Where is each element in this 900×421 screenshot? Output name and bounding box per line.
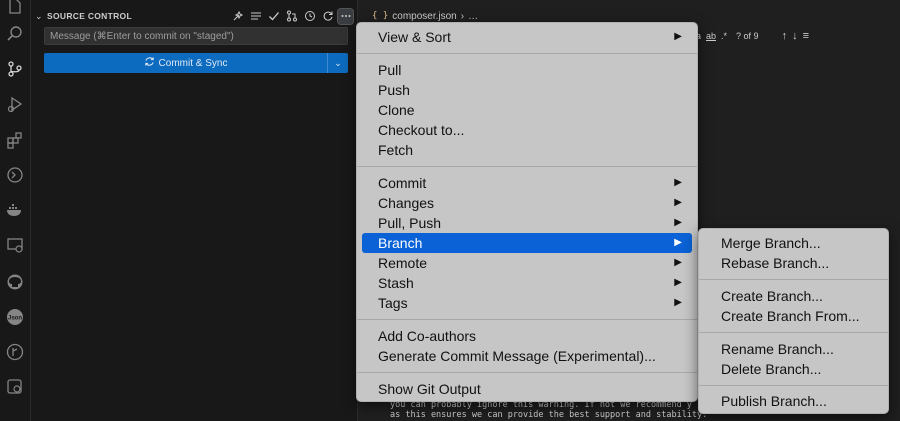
menu-item-branch[interactable]: Branch ▶ (362, 233, 692, 253)
terminal-output: you can probably ignore this warning. If… (390, 400, 710, 420)
menu-item-generate-commit-message[interactable]: Generate Commit Message (Experimental)..… (362, 346, 692, 366)
menu-item-commit[interactable]: Commit ▶ (362, 173, 692, 193)
remote-window-icon[interactable] (3, 233, 27, 257)
menu-item-stash[interactable]: Stash ▶ (362, 273, 692, 293)
submenu-arrow-icon: ▶ (674, 197, 682, 208)
submenu-arrow-icon: ▶ (674, 297, 682, 308)
more-actions-menu: View & Sort ▶ Pull Push Clone Checkout to… (356, 22, 698, 402)
docker-icon[interactable] (3, 198, 27, 222)
history-icon[interactable] (302, 9, 317, 24)
submenu-arrow-icon: ▶ (674, 257, 682, 268)
menu-item-label: Remote (378, 255, 428, 271)
json-icon[interactable]: Json (3, 305, 27, 329)
pull-request-icon[interactable] (284, 9, 299, 24)
commit-sync-button[interactable]: Commit & Sync ⌄ (44, 53, 348, 73)
source-control-panel: ⌄ SOURCE CONTROL Message (⌘Enter to comm… (31, 0, 358, 421)
github-icon[interactable] (3, 270, 27, 294)
breadcrumb-separator: › (460, 10, 465, 22)
submenu-item-create-branch[interactable]: Create Branch... (704, 286, 884, 306)
menu-item-label: Changes (378, 195, 435, 211)
chevron-down-icon[interactable]: ⌄ (35, 11, 45, 22)
menu-item-changes[interactable]: Changes ▶ (362, 193, 692, 213)
submenu-arrow-icon: ▶ (674, 217, 682, 228)
more-actions-icon[interactable] (337, 7, 354, 25)
refresh-icon[interactable] (320, 9, 335, 24)
warning-line: as this ensures we can provide the best … (390, 410, 708, 420)
json-file-icon: { } (372, 11, 389, 21)
menu-item-label: View & Sort (378, 29, 451, 45)
menu-item-label: Branch (378, 235, 423, 251)
explorer-icon[interactable] (3, 0, 27, 18)
find-result-count: ? of 9 (736, 31, 759, 41)
submenu-item-delete-branch[interactable]: Delete Branch... (704, 359, 884, 379)
commit-sync-main[interactable]: Commit & Sync (44, 53, 327, 73)
menu-item-pull[interactable]: Pull (362, 60, 692, 80)
menu-item-show-git-output[interactable]: Show Git Output (362, 379, 692, 399)
submenu-item-create-branch-from[interactable]: Create Branch From... (704, 306, 884, 326)
chevron-down-icon[interactable]: ⌄ (327, 53, 348, 73)
menu-item-label: Stash (378, 275, 414, 291)
svg-text:Json: Json (8, 316, 22, 322)
menu-item-tags[interactable]: Tags ▶ (362, 293, 692, 313)
submenu-arrow-icon: ▶ (674, 277, 682, 288)
git-graph-icon[interactable] (3, 340, 27, 364)
commit-message-input[interactable]: Message (⌘Enter to commit on "staged") (44, 27, 348, 45)
find-widget: Aa ab .* ? of 9 ↑ ↓ ≡ (690, 26, 900, 46)
arrow-up-icon[interactable]: ↑ (782, 30, 788, 42)
menu-item-view-sort[interactable]: View & Sort ▶ (362, 27, 692, 47)
menu-item-remote[interactable]: Remote ▶ (362, 253, 692, 273)
menu-separator (357, 319, 697, 320)
menu-separator (357, 53, 697, 54)
sync-icon (144, 56, 155, 70)
source-control-header[interactable]: ⌄ SOURCE CONTROL (31, 6, 357, 26)
source-control-title: SOURCE CONTROL (47, 11, 132, 21)
regex-toggle[interactable]: .* (721, 31, 727, 41)
submenu-item-rename-branch[interactable]: Rename Branch... (704, 339, 884, 359)
menu-separator (357, 166, 697, 167)
submenu-arrow-icon: ▶ (674, 31, 682, 42)
submenu-arrow-icon: ▶ (674, 237, 682, 248)
submenu-item-rebase-branch[interactable]: Rebase Branch... (704, 253, 884, 273)
run-debug-icon[interactable] (3, 92, 27, 116)
menu-item-checkout[interactable]: Checkout to... (362, 120, 692, 140)
arrow-down-icon[interactable]: ↓ (792, 30, 798, 42)
breadcrumb-more[interactable]: … (468, 11, 478, 22)
whole-word-toggle[interactable]: ab (706, 31, 716, 41)
menu-item-fetch[interactable]: Fetch (362, 140, 692, 160)
menu-item-label: Tags (378, 295, 408, 311)
menu-item-add-coauthors[interactable]: Add Co-authors (362, 326, 692, 346)
menu-separator (357, 372, 697, 373)
breadcrumb-file[interactable]: composer.json (392, 11, 456, 22)
menu-item-clone[interactable]: Clone (362, 100, 692, 120)
branch-submenu: Merge Branch... Rebase Branch... Create … (698, 228, 889, 414)
view-as-list-icon[interactable] (248, 9, 263, 24)
find-in-selection-icon[interactable]: ≡ (803, 30, 809, 42)
ai-commit-icon[interactable] (230, 9, 245, 24)
menu-separator (699, 332, 888, 333)
menu-item-label: Commit (378, 175, 427, 191)
submenu-item-merge-branch[interactable]: Merge Branch... (704, 233, 884, 253)
check-icon[interactable] (266, 9, 281, 24)
settings-sync-icon[interactable] (3, 375, 27, 399)
menu-item-label: Pull, Push (378, 215, 442, 231)
menu-item-pull-push[interactable]: Pull, Push ▶ (362, 213, 692, 233)
remote-explorer-icon[interactable] (3, 163, 27, 187)
submenu-arrow-icon: ▶ (674, 177, 682, 188)
menu-separator (699, 279, 888, 280)
source-control-icon[interactable] (3, 57, 27, 81)
menu-separator (699, 385, 888, 386)
menu-item-push[interactable]: Push (362, 80, 692, 100)
submenu-item-publish-branch[interactable]: Publish Branch... (704, 391, 884, 411)
commit-sync-label: Commit & Sync (158, 57, 228, 69)
activity-bar: Json (0, 0, 31, 421)
search-icon[interactable] (3, 22, 27, 46)
source-control-toolbar (230, 6, 354, 26)
extensions-icon[interactable] (3, 128, 27, 152)
